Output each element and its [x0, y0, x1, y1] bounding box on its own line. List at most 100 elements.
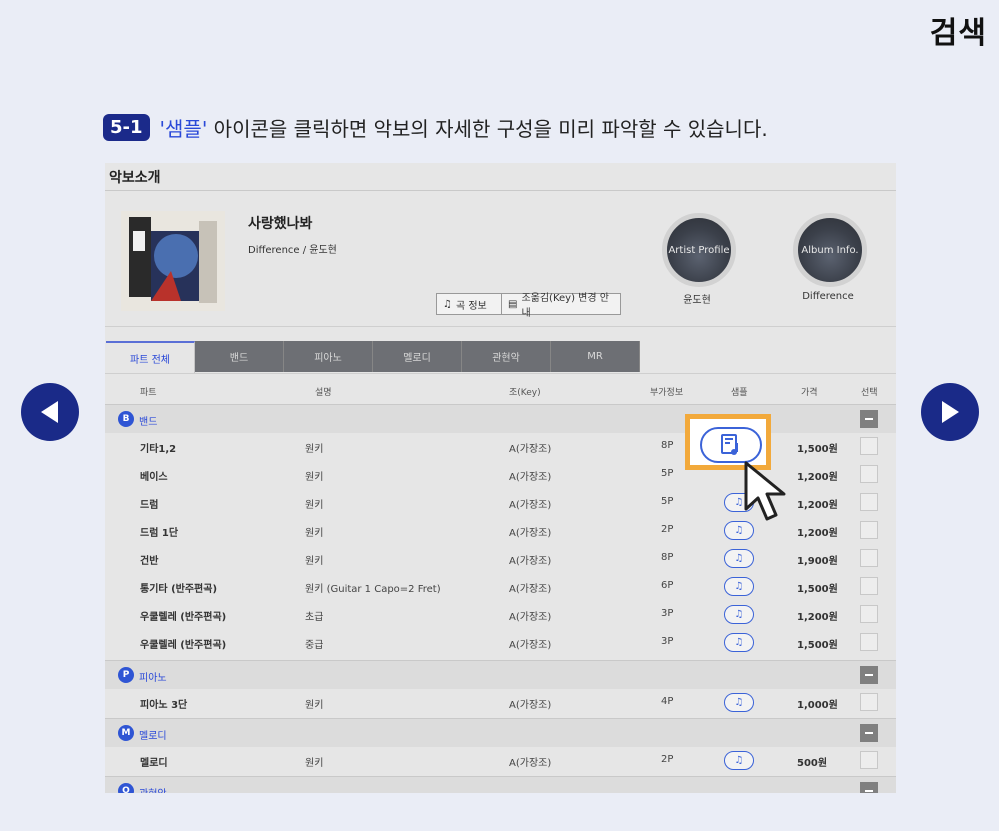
group-label: 멜로디 [139, 731, 167, 742]
group-toggle[interactable] [860, 782, 878, 793]
row-part: 우쿨렐레 (반주편곡) [140, 640, 227, 651]
row-price: 1,200원 [797, 612, 838, 623]
sheet-music-icon [721, 434, 738, 455]
music-note-icon: ♫ [443, 298, 452, 310]
row-price: 1,900원 [797, 556, 838, 567]
row-desc: 원키 [305, 500, 324, 511]
row-pages: 3P [661, 636, 674, 647]
sheet-music-icon: ♫ [734, 755, 744, 766]
album-info-button[interactable]: Album Info. [793, 213, 867, 287]
group-toggle[interactable] [860, 666, 878, 684]
table-row: 통기타 (반주편곡) 원키 (Guitar 1 Capo=2 Fret) A(가… [105, 572, 896, 600]
album-cover [121, 211, 225, 311]
tabs-divider [105, 373, 896, 374]
key-change-label: 조옮김(Key) 변경 안내 [521, 293, 609, 319]
score-intro-panel: 악보소개 사랑했나봐 Difference / 윤도현 ♫ 곡 정보 ▤ 조옮김… [105, 163, 896, 793]
col-key: 조(Key) [509, 388, 541, 398]
row-pages: 8P [661, 552, 674, 563]
row-price: 1,500원 [797, 584, 838, 595]
tab-mr[interactable]: MR [551, 341, 640, 372]
sample-button[interactable]: ♫ [724, 751, 754, 770]
col-select: 선택 [861, 388, 878, 398]
row-pages: 8P [661, 440, 674, 451]
row-pages: 2P [661, 524, 674, 535]
row-desc: 원키 [305, 472, 324, 483]
row-part: 드럼 1단 [140, 528, 179, 539]
key-change-guide-button[interactable]: ▤ 조옮김(Key) 변경 안내 [501, 293, 621, 319]
title-divider [105, 190, 896, 191]
row-checkbox[interactable] [860, 633, 878, 651]
group-toggle[interactable] [860, 410, 878, 428]
sheet-music-icon: ♫ [734, 697, 744, 708]
row-checkbox[interactable] [860, 605, 878, 623]
album-info-label: Album Info. [801, 244, 859, 256]
row-pages: 6P [661, 580, 674, 591]
table-row: 피아노 3단 원키 A(가장조) 4P ♫ 1,000원 [105, 688, 896, 716]
group-badge: O [118, 783, 134, 793]
caption-keyword: '샘플' [159, 117, 208, 141]
row-key: A(가장조) [509, 528, 552, 539]
row-key: A(가장조) [509, 700, 552, 711]
row-desc: 원키 [305, 700, 324, 711]
sample-button[interactable]: ♫ [724, 605, 754, 624]
panel-title: 악보소개 [109, 170, 161, 186]
next-slide-button[interactable] [921, 383, 979, 441]
row-price: 500원 [797, 758, 828, 769]
row-part: 베이스 [140, 472, 168, 483]
row-part: 우쿨렐레 (반주편곡) [140, 612, 227, 623]
prev-slide-button[interactable] [21, 383, 79, 441]
tab-band[interactable]: 밴드 [195, 341, 284, 372]
sheet-music-icon: ♫ [734, 581, 744, 592]
row-checkbox[interactable] [860, 437, 878, 455]
row-checkbox[interactable] [860, 549, 878, 567]
row-desc: 원키 [305, 528, 324, 539]
group-badge: P [118, 667, 134, 683]
table-row: 우쿨렐레 (반주편곡) 초급 A(가장조) 3P ♫ 1,200원 [105, 600, 896, 628]
tab-orchestra[interactable]: 관현악 [462, 341, 551, 372]
row-key: A(가장조) [509, 444, 552, 455]
row-checkbox[interactable] [860, 493, 878, 511]
row-pages: 2P [661, 754, 674, 765]
sample-button[interactable]: ♫ [724, 633, 754, 652]
table-row: 건반 원키 A(가장조) 8P ♫ 1,900원 [105, 544, 896, 572]
row-checkbox[interactable] [860, 465, 878, 483]
artist-profile-button[interactable]: Artist Profile [662, 213, 736, 287]
row-checkbox[interactable] [860, 577, 878, 595]
row-checkbox[interactable] [860, 521, 878, 539]
row-part: 통기타 (반주편곡) [140, 584, 218, 595]
row-key: A(가장조) [509, 500, 552, 511]
group-label: 밴드 [139, 417, 158, 428]
group-toggle[interactable] [860, 724, 878, 742]
group-band: B 밴드 [105, 404, 896, 433]
sample-button-highlighted[interactable] [700, 427, 762, 463]
group-orchestra: O 관현악 [105, 776, 896, 793]
tab-all-parts[interactable]: 파트 전체 [106, 341, 195, 374]
artist-name: 윤도현 [683, 295, 711, 306]
header-divider [105, 326, 896, 327]
col-price: 가격 [801, 388, 818, 398]
row-checkbox[interactable] [860, 751, 878, 769]
row-key: A(가장조) [509, 758, 552, 769]
row-checkbox[interactable] [860, 693, 878, 711]
sample-button[interactable]: ♫ [724, 693, 754, 712]
row-price: 1,500원 [797, 444, 838, 455]
tab-piano[interactable]: 피아노 [284, 341, 373, 372]
sheet-music-icon: ♫ [734, 637, 744, 648]
col-extra: 부가정보 [650, 388, 684, 398]
tab-melody[interactable]: 멜로디 [373, 341, 462, 372]
row-desc: 원키 (Guitar 1 Capo=2 Fret) [305, 584, 441, 595]
sample-button[interactable]: ♫ [724, 549, 754, 568]
song-info-button[interactable]: ♫ 곡 정보 [436, 293, 502, 315]
row-part: 멜로디 [140, 758, 168, 769]
row-pages: 5P [661, 468, 674, 479]
group-melody: M 멜로디 [105, 718, 896, 747]
group-label: 피아노 [139, 673, 167, 684]
album-name: Difference [802, 291, 854, 302]
album-art-image [121, 211, 225, 311]
sample-button[interactable]: ♫ [724, 577, 754, 596]
sheet-music-icon: ♫ [734, 609, 744, 620]
triangle-left-icon [41, 401, 58, 423]
row-pages: 3P [661, 608, 674, 619]
table-row: 기타1,2 원키 A(가장조) 8P 1,500원 [105, 432, 896, 460]
mouse-pointer-icon [744, 461, 786, 521]
